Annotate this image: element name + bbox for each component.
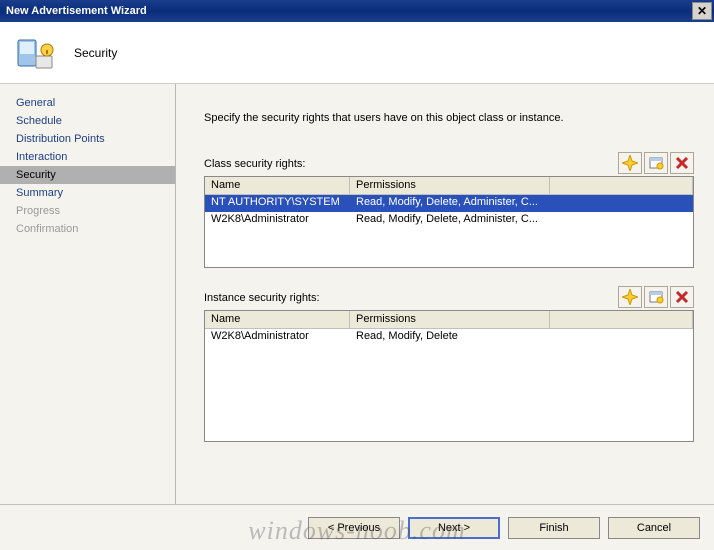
instance-toolbar (618, 286, 694, 308)
class-section-header: Class security rights: (204, 152, 694, 174)
class-toolbar (618, 152, 694, 174)
security-icon (14, 32, 56, 74)
page-title: Security (74, 46, 117, 60)
wizard-body: GeneralScheduleDistribution PointsIntera… (0, 84, 714, 504)
starburst-icon (622, 289, 638, 305)
sidebar-item-progress: Progress (0, 202, 175, 220)
cell-permissions: Read, Modify, Delete (350, 329, 693, 346)
previous-button[interactable]: < Previous (308, 517, 400, 539)
cell-name: W2K8\Administrator (205, 329, 350, 346)
sidebar: GeneralScheduleDistribution PointsIntera… (0, 84, 176, 504)
properties-button[interactable] (644, 286, 668, 308)
cell-name: NT AUTHORITY\SYSTEM (205, 195, 350, 212)
wizard-header: Security (0, 22, 714, 84)
sidebar-item-summary[interactable]: Summary (0, 184, 175, 202)
finish-button[interactable]: Finish (508, 517, 600, 539)
grid-header: Name Permissions (205, 177, 693, 195)
properties-icon (648, 289, 664, 305)
table-row[interactable]: W2K8\AdministratorRead, Modify, Delete (205, 329, 693, 346)
class-rights-grid: Name Permissions NT AUTHORITY\SYSTEMRead… (204, 176, 694, 268)
column-permissions[interactable]: Permissions (350, 311, 550, 328)
column-name[interactable]: Name (205, 311, 350, 328)
table-row[interactable]: NT AUTHORITY\SYSTEMRead, Modify, Delete,… (205, 195, 693, 212)
delete-button[interactable] (670, 286, 694, 308)
content-panel: Specify the security rights that users h… (176, 84, 714, 504)
table-row[interactable]: W2K8\AdministratorRead, Modify, Delete, … (205, 212, 693, 229)
column-spacer (550, 177, 693, 194)
class-section-label: Class security rights: (204, 158, 305, 174)
delete-button[interactable] (670, 152, 694, 174)
starburst-icon (622, 155, 638, 171)
sidebar-item-confirmation: Confirmation (0, 220, 175, 238)
delete-x-icon (674, 155, 690, 171)
delete-x-icon (674, 289, 690, 305)
titlebar: New Advertisement Wizard ✕ (0, 0, 714, 22)
cell-name: W2K8\Administrator (205, 212, 350, 229)
sidebar-item-schedule[interactable]: Schedule (0, 112, 175, 130)
cell-permissions: Read, Modify, Delete, Administer, C... (350, 212, 693, 229)
close-icon: ✕ (697, 4, 707, 18)
column-spacer (550, 311, 693, 328)
grid-header: Name Permissions (205, 311, 693, 329)
new-button[interactable] (618, 152, 642, 174)
wizard-footer: < Previous Next > Finish Cancel (0, 504, 714, 550)
next-button[interactable]: Next > (408, 517, 500, 539)
instance-section-header: Instance security rights: (204, 286, 694, 308)
sidebar-item-distribution-points[interactable]: Distribution Points (0, 130, 175, 148)
sidebar-item-security[interactable]: Security (0, 166, 175, 184)
cell-permissions: Read, Modify, Delete, Administer, C... (350, 195, 693, 212)
properties-button[interactable] (644, 152, 668, 174)
instance-section-label: Instance security rights: (204, 292, 320, 308)
new-button[interactable] (618, 286, 642, 308)
column-permissions[interactable]: Permissions (350, 177, 550, 194)
sidebar-item-interaction[interactable]: Interaction (0, 148, 175, 166)
instruction-text: Specify the security rights that users h… (204, 112, 694, 124)
column-name[interactable]: Name (205, 177, 350, 194)
cancel-button[interactable]: Cancel (608, 517, 700, 539)
close-button[interactable]: ✕ (692, 2, 712, 20)
sidebar-item-general[interactable]: General (0, 94, 175, 112)
properties-icon (648, 155, 664, 171)
window-title: New Advertisement Wizard (6, 5, 147, 17)
instance-rights-grid: Name Permissions W2K8\AdministratorRead,… (204, 310, 694, 442)
